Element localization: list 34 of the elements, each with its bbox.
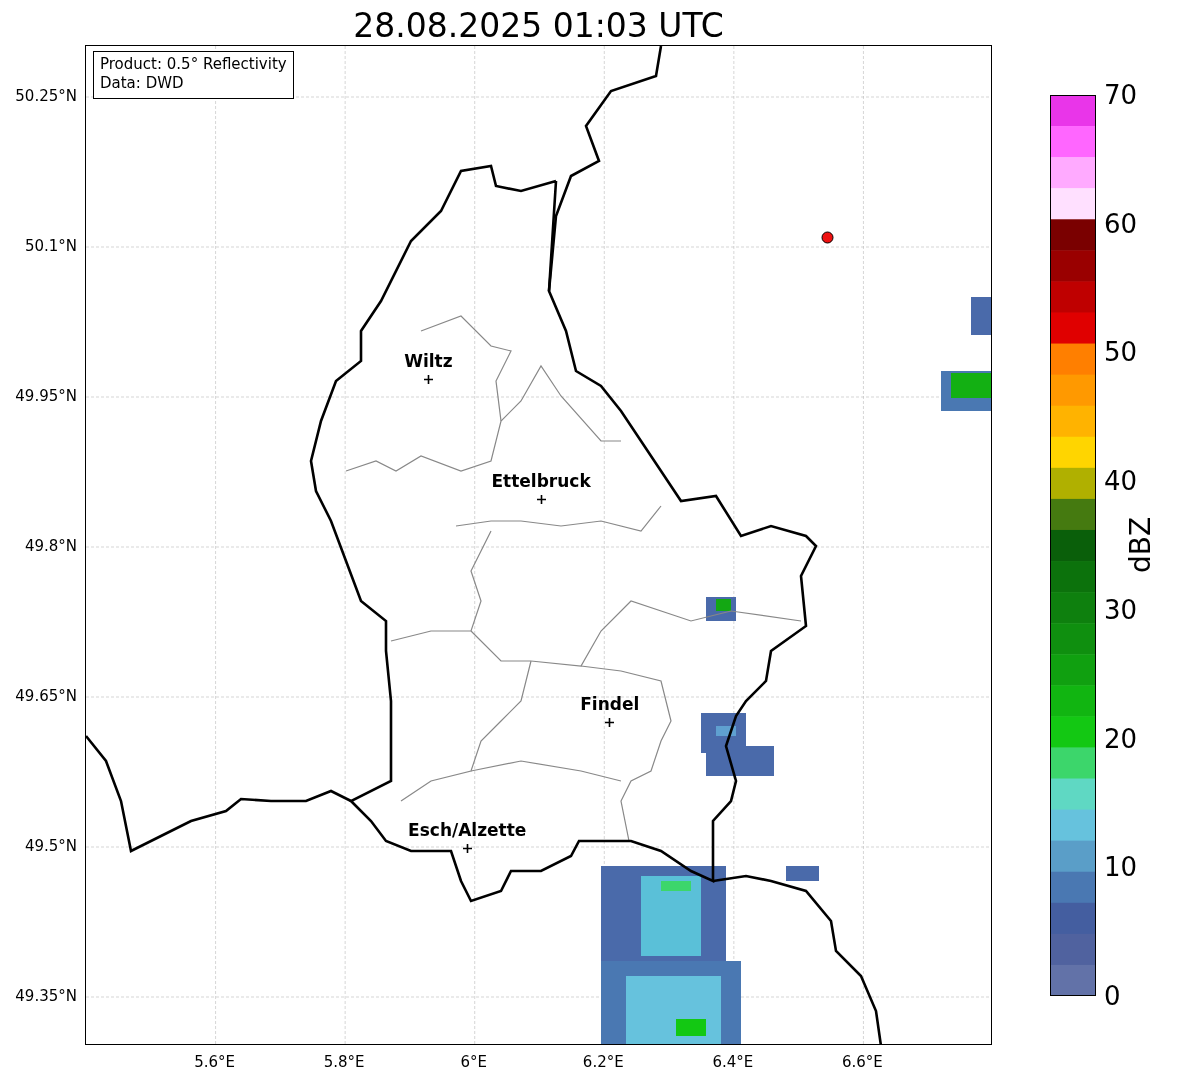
axis-tick-label: 50.1°N — [24, 237, 77, 255]
axis-tick-label: 50.25°N — [15, 87, 77, 105]
info-text: Product: 0.5° Reflectivity — [100, 55, 287, 74]
colorbar-tick-label: 10 — [1104, 852, 1138, 883]
city-label: Wiltz — [404, 351, 453, 371]
axis-tick-label: 6.6°E — [842, 1053, 883, 1071]
axis-tick-label: 6.2°E — [582, 1053, 624, 1071]
axis-tick-label: 49.8°N — [24, 537, 77, 555]
city-label: Findel — [580, 694, 640, 714]
city-marker-icon — [423, 374, 433, 384]
colorbar-tick-label: 20 — [1104, 723, 1138, 754]
axis-tick-label: 5.6°E — [194, 1053, 235, 1071]
city-marker-icon — [536, 494, 546, 504]
colorbar-tick-label: 50 — [1104, 337, 1138, 368]
city-label: Ettelbruck — [491, 471, 591, 491]
axis-tick-label: 49.5°N — [24, 837, 77, 855]
axis-tick-label: 6°E — [460, 1053, 487, 1071]
axis-tick-label: 5.8°E — [323, 1053, 365, 1071]
city-label: Esch/Alzette — [408, 820, 527, 840]
axis-tick-label: 49.35°N — [15, 987, 77, 1005]
colorbar-label: dBZ — [1123, 516, 1157, 574]
info-text: Data: DWD — [100, 74, 185, 93]
city-marker-icon — [462, 843, 472, 853]
chart-title: 28.08.2025 01:03 UTC — [352, 5, 725, 45]
axis-tick-label: 49.65°N — [15, 687, 77, 705]
axis-tick-label: 6.4°E — [712, 1053, 754, 1071]
colorbar-tick-label: 40 — [1104, 466, 1138, 497]
colorbar-tick-label: 30 — [1104, 594, 1138, 625]
axis-tick-label: 49.95°N — [15, 387, 77, 405]
radar-site-marker — [820, 230, 834, 244]
colorbar-tick-label: 0 — [1104, 981, 1121, 1011]
colorbar-tick-label: 70 — [1104, 80, 1138, 110]
colorbar-tick-label: 60 — [1104, 208, 1138, 239]
city-marker-icon — [605, 717, 615, 727]
